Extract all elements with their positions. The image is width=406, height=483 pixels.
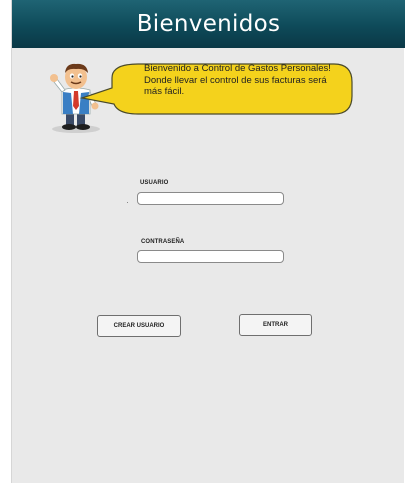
welcome-line-2: Donde llevar el control de sus facturas … xyxy=(144,74,327,86)
header-bar: Bienvenidos xyxy=(12,0,405,48)
enter-button[interactable]: ENTRAR xyxy=(239,314,312,336)
password-input[interactable] xyxy=(137,250,284,263)
app-window: Bienvenidos Bienvenido a Control de Gast… xyxy=(11,0,405,483)
stray-dot xyxy=(127,202,128,203)
page-title: Bienvenidos xyxy=(136,11,281,37)
welcome-line-3: más fácil. xyxy=(144,86,185,97)
create-user-button[interactable]: CREAR USUARIO xyxy=(97,315,181,337)
username-input[interactable] xyxy=(137,192,284,205)
password-label: CONTRASEÑA xyxy=(141,239,185,245)
username-label: USUARIO xyxy=(140,180,169,186)
welcome-message: Bienvenido a Control de Gastos Personale… xyxy=(144,63,354,98)
welcome-line-1: Bienvenido a Control de Gastos Personale… xyxy=(144,63,331,74)
